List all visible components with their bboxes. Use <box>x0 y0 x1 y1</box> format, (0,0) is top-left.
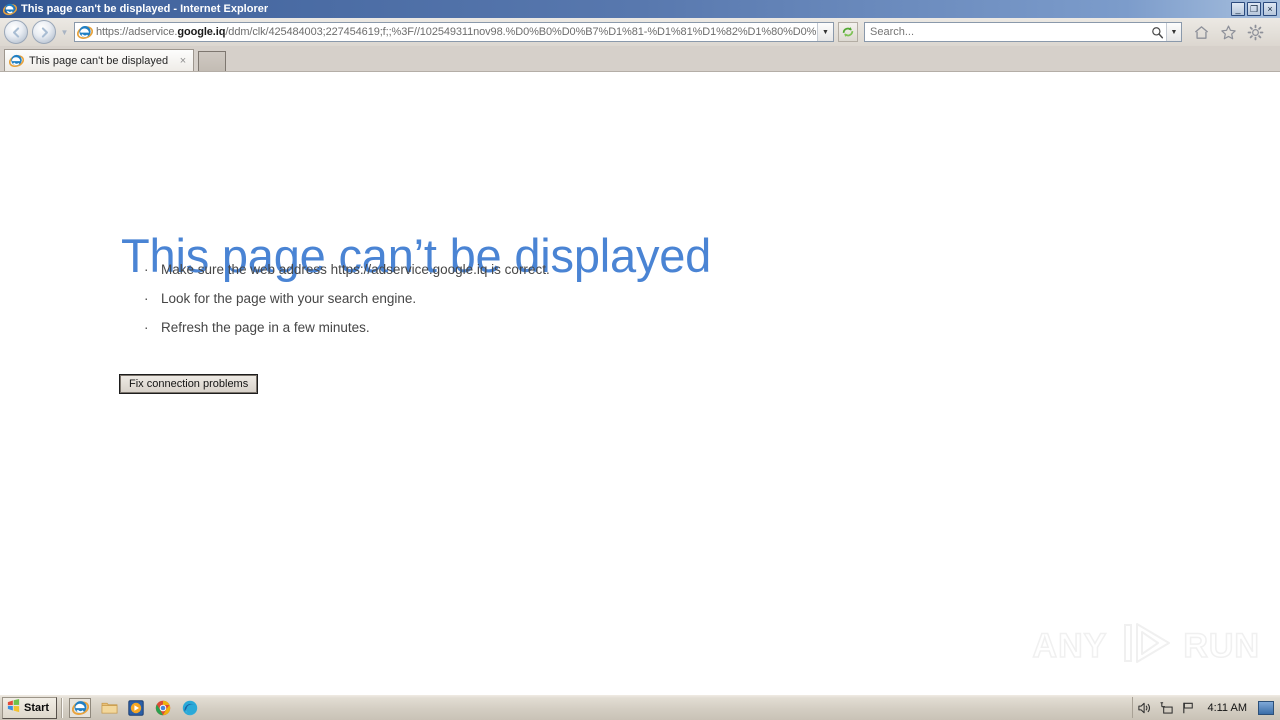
address-url-prefix: https://adservice. <box>96 26 178 38</box>
title-bar: This page can't be displayed - Internet … <box>0 0 1280 18</box>
list-item: · Refresh the page in a few minutes. <box>144 313 550 342</box>
window-title: This page can't be displayed - Internet … <box>21 3 269 15</box>
system-tray: 4:11 AM <box>1132 697 1278 718</box>
anyrun-watermark: ANY RUN <box>1032 619 1260 672</box>
flag-icon[interactable] <box>1181 700 1196 715</box>
taskbar-clock[interactable]: 4:11 AM <box>1207 702 1247 714</box>
refresh-icon <box>842 27 854 37</box>
start-button-label: Start <box>24 701 50 714</box>
watermark-text-right: RUN <box>1183 626 1260 665</box>
list-item: · Look for the page with your search engi… <box>144 284 550 313</box>
search-icon[interactable] <box>1148 26 1166 39</box>
back-button[interactable] <box>4 20 28 44</box>
tab-favicon-icon <box>8 53 25 68</box>
window-controls: _ ❐ × <box>1231 2 1277 16</box>
internet-explorer-icon <box>3 2 17 16</box>
volume-icon[interactable] <box>1137 700 1152 715</box>
favorites-star-icon[interactable] <box>1219 23 1238 42</box>
search-box[interactable]: ▼ <box>864 22 1182 42</box>
bullet-glyph: · <box>144 262 149 277</box>
media-player-icon[interactable] <box>127 699 145 717</box>
forward-button[interactable] <box>32 20 56 44</box>
tab-label: This page can't be displayed <box>29 54 169 67</box>
close-button[interactable]: × <box>1263 2 1277 16</box>
taskbar-separator <box>61 697 64 718</box>
address-dropdown-button[interactable]: ▼ <box>817 23 833 41</box>
bullet-glyph: · <box>144 320 149 335</box>
list-item-text: Look for the page with your search engin… <box>161 291 417 306</box>
list-item-text: Refresh the page in a few minutes. <box>161 320 370 335</box>
watermark-text-left: ANY <box>1032 626 1108 665</box>
refresh-button[interactable] <box>838 22 858 42</box>
list-item-text: Make sure the web address https://adserv… <box>161 262 550 277</box>
network-icon[interactable] <box>1159 700 1174 715</box>
forward-arrow-icon <box>41 26 48 38</box>
search-input[interactable] <box>865 23 1148 41</box>
new-tab-button[interactable] <box>198 51 226 71</box>
tab-close-icon[interactable]: × <box>177 55 189 67</box>
start-button[interactable]: Start <box>2 696 58 719</box>
tab-strip: This page can't be displayed × <box>0 46 1280 72</box>
minimize-button[interactable]: _ <box>1231 2 1245 16</box>
file-explorer-icon[interactable] <box>100 699 118 717</box>
bullet-glyph: · <box>144 291 149 306</box>
address-favicon-icon <box>76 24 94 40</box>
address-url-domain: google.iq <box>177 26 226 38</box>
page-content: This page can’t be displayed · Make sure … <box>0 72 1280 694</box>
address-url-suffix: /ddm/clk/425484003;227454619;f;;%3F//102… <box>225 26 817 38</box>
internet-explorer-window: This page can't be displayed - Internet … <box>0 0 1280 720</box>
back-arrow-icon <box>12 26 19 38</box>
gear-icon[interactable] <box>1246 23 1265 42</box>
taskbar: Start 4:11 AM <box>0 694 1280 720</box>
browser-tab[interactable]: This page can't be displayed × <box>4 49 194 71</box>
address-bar-url: https://adservice.google.iq/ddm/clk/4254… <box>96 23 817 41</box>
fix-connection-problems-button[interactable]: Fix connection problems <box>118 374 259 394</box>
google-chrome-icon[interactable] <box>154 699 172 717</box>
list-item: · Make sure the web address https://adser… <box>144 255 550 284</box>
watermark-play-icon <box>1113 619 1177 672</box>
toolbar-icons <box>1192 23 1265 42</box>
address-bar[interactable]: https://adservice.google.iq/ddm/clk/4254… <box>74 22 834 42</box>
windows-logo-icon <box>6 698 21 718</box>
show-desktop-icon[interactable] <box>1258 700 1274 715</box>
microsoft-edge-icon[interactable] <box>181 699 199 717</box>
restore-button[interactable]: ❐ <box>1247 2 1261 16</box>
suggestion-list: · Make sure the web address https://adser… <box>144 255 550 342</box>
home-icon[interactable] <box>1192 23 1211 42</box>
quick-launch-bar <box>69 697 199 718</box>
internet-explorer-icon[interactable] <box>69 697 92 718</box>
navigation-toolbar: ▼ https://adservice.google.iq/ddm/clk/42… <box>0 18 1280 46</box>
search-dropdown-button[interactable]: ▼ <box>1166 23 1181 41</box>
history-dropdown-button[interactable]: ▼ <box>58 28 71 37</box>
